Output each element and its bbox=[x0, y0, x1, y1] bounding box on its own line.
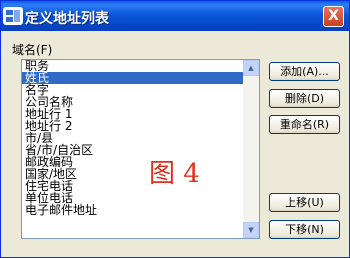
list-item[interactable]: 地址行 2 bbox=[22, 120, 243, 132]
move-down-button[interactable]: 下移(N) bbox=[269, 220, 340, 239]
vertical-scrollbar[interactable]: ▲ ▼ bbox=[243, 60, 259, 238]
move-up-button[interactable]: 上移(U) bbox=[269, 193, 340, 212]
list-item[interactable]: 姓氏 bbox=[22, 72, 243, 84]
close-button[interactable]: X bbox=[323, 6, 344, 27]
scroll-down-icon[interactable]: ▼ bbox=[243, 222, 259, 238]
list-item[interactable]: 职务 bbox=[22, 60, 243, 72]
add-button[interactable]: 添加(A)... bbox=[269, 62, 340, 81]
list-item[interactable]: 电子邮件地址 bbox=[22, 204, 243, 216]
rename-button[interactable]: 重命名(R) bbox=[269, 115, 340, 134]
list-items: 职务 姓氏 名字 公司名称 地址行 1 地址行 2 市/县 省/市/自治区 邮政编码 国家/地区住… bbox=[22, 60, 243, 216]
title-bar[interactable]: 定义地址列表 X bbox=[1, 1, 349, 31]
window-title: 定义地址列表 bbox=[25, 11, 109, 27]
scroll-up-icon[interactable]: ▲ bbox=[243, 60, 259, 76]
delete-button[interactable]: 删除(D) bbox=[269, 89, 340, 108]
define-address-list-dialog: 定义地址列表 X 域名(F) 职务 姓氏 名字 公司名称 地址行 1 地址行 2 市/县 省/… bbox=[0, 0, 350, 258]
field-list-label: 域名(F) bbox=[12, 43, 53, 57]
figure-annotation: 图 4 bbox=[149, 159, 200, 189]
app-icon bbox=[3, 7, 23, 25]
field-listbox[interactable]: 职务 姓氏 名字 公司名称 地址行 1 地址行 2 市/县 省/市/自治区 邮政编码 国家/地区住… bbox=[21, 59, 260, 239]
